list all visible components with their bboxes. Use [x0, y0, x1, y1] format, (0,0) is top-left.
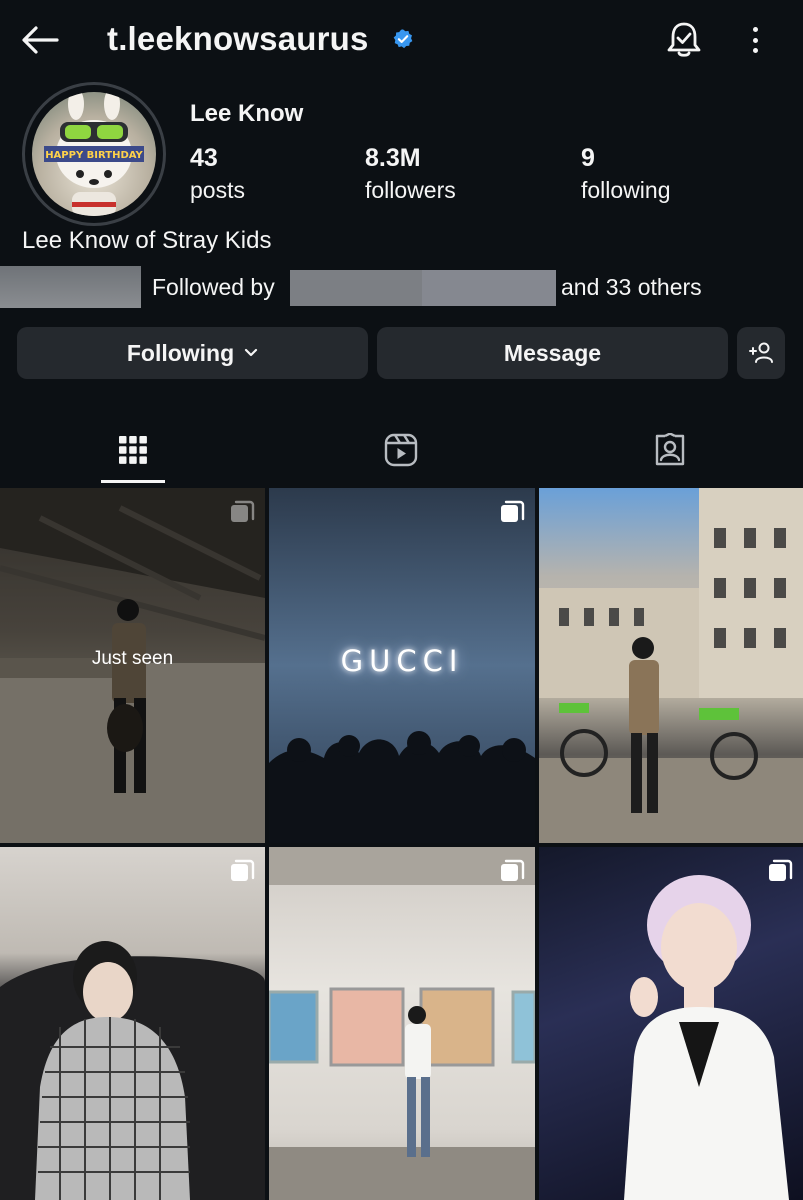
redacted-username	[290, 270, 422, 306]
followers-count: 8.3M	[365, 144, 421, 172]
followers-label: followers	[365, 177, 456, 203]
grid-icon	[119, 436, 147, 464]
redacted-avatars	[0, 266, 141, 308]
followers-stat[interactable]: 8.3M followers	[365, 144, 456, 204]
carousel-icon	[231, 500, 255, 522]
following-label: following	[581, 177, 671, 203]
suggested-users-button[interactable]	[737, 327, 785, 379]
posts-count: 43	[190, 144, 218, 172]
notification-bell-icon	[667, 22, 701, 57]
reels-icon	[384, 433, 418, 467]
notification-bell-button[interactable]	[663, 20, 705, 60]
verified-badge-icon	[393, 29, 413, 49]
redacted-username	[422, 270, 556, 306]
carousel-icon	[501, 500, 525, 522]
avatar-illustration: HAPPY BIRTHDAY	[44, 92, 144, 216]
post-tile-5[interactable]	[269, 847, 535, 1200]
profile-tabs	[0, 420, 803, 486]
add-person-icon	[749, 342, 773, 363]
post-tile-6[interactable]	[539, 847, 803, 1200]
following-button[interactable]: Following	[17, 327, 368, 379]
more-options-dot	[752, 37, 758, 43]
post-image	[539, 488, 803, 843]
post-tile-3[interactable]	[539, 488, 803, 843]
post-tile-4[interactable]	[0, 847, 265, 1200]
gucci-neon-sign: GUCCI	[340, 644, 464, 678]
active-tab-indicator	[101, 480, 165, 483]
back-button[interactable]	[20, 22, 60, 58]
message-button-label: Message	[503, 339, 602, 366]
tagged-person-icon	[655, 433, 685, 466]
more-options-icon	[752, 27, 758, 32]
tab-tagged[interactable]	[638, 420, 702, 480]
top-bar: t.leeknowsaurus	[0, 0, 803, 80]
tab-posts-grid[interactable]	[101, 420, 165, 480]
profile-username: t.leeknowsaurus	[107, 20, 369, 57]
post-image	[269, 847, 535, 1200]
profile-avatar-ring[interactable]: HAPPY BIRTHDAY	[22, 82, 166, 226]
message-button[interactable]: Message	[377, 327, 728, 379]
more-options-dot	[752, 48, 758, 53]
avatar[interactable]: HAPPY BIRTHDAY	[32, 92, 156, 216]
following-stat[interactable]: 9 following	[581, 144, 671, 204]
followed-by-row[interactable]: Followed by and 33 others	[0, 262, 803, 308]
post-image	[0, 941, 265, 1200]
followed-by-others: and 33 others	[561, 274, 702, 300]
post-tile-2[interactable]: GUCCI	[269, 488, 535, 843]
following-button-label: Following	[126, 339, 235, 366]
posts-stat[interactable]: 43 posts	[190, 144, 245, 204]
just-seen-label: Just seen	[91, 648, 174, 669]
chevron-down-icon	[244, 348, 258, 358]
display-name: Lee Know	[190, 100, 304, 127]
posts-grid: Just seen GUCCI	[0, 488, 803, 1200]
post-tile-1[interactable]: Just seen	[0, 488, 265, 843]
tab-reels[interactable]	[369, 420, 433, 480]
following-count: 9	[581, 144, 595, 172]
carousel-icon	[231, 859, 255, 881]
followed-by-label: Followed by	[152, 274, 275, 300]
post-image	[624, 875, 789, 1200]
carousel-icon	[769, 859, 793, 881]
posts-label: posts	[190, 177, 245, 203]
more-options-button[interactable]	[742, 22, 768, 58]
profile-bio: Lee Know of Stray Kids	[22, 227, 272, 254]
avatar-banner-text: HAPPY BIRTHDAY	[45, 150, 143, 161]
back-arrow-icon	[22, 26, 59, 54]
carousel-icon	[501, 859, 525, 881]
